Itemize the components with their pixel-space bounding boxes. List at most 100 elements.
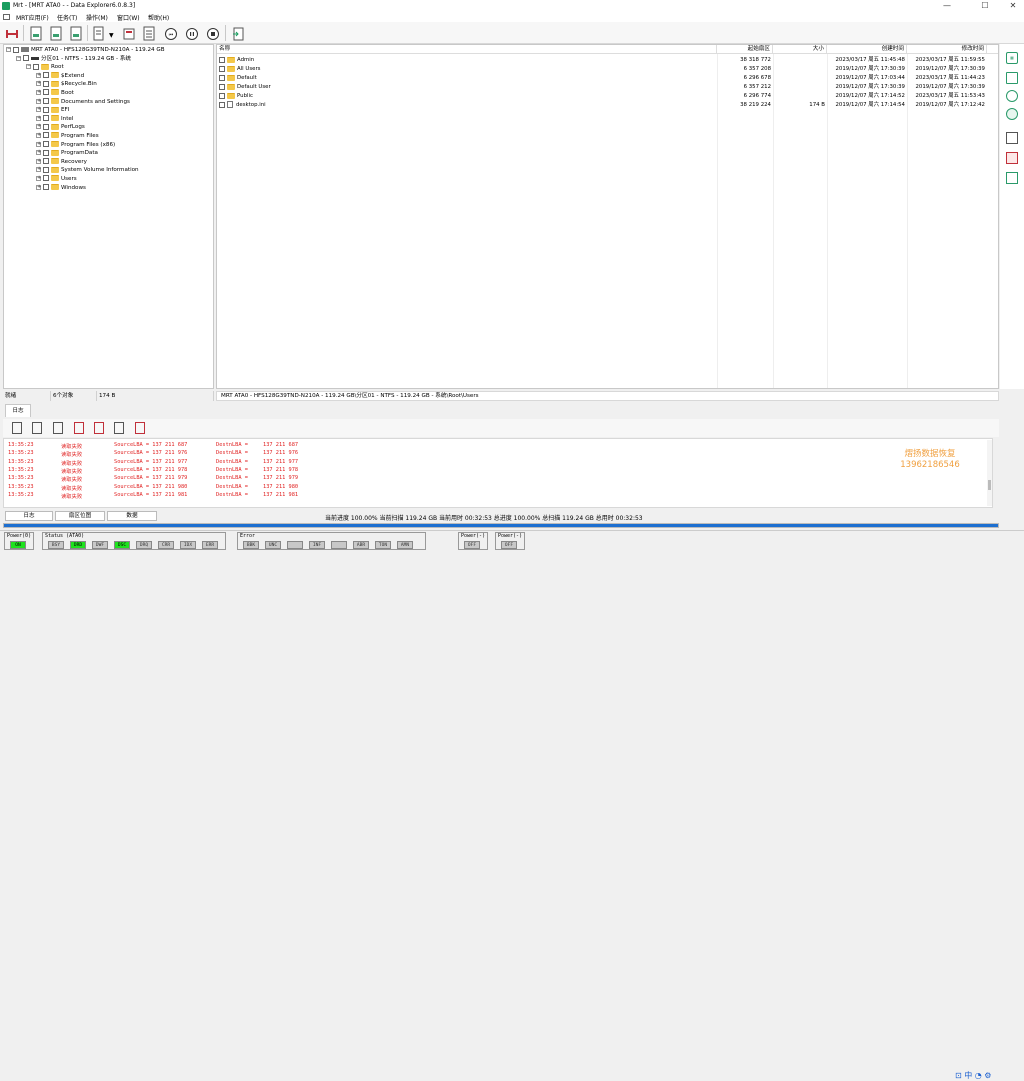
- tree-folder-item[interactable]: + $Extend: [4, 72, 213, 81]
- column-header-name[interactable]: 名称: [217, 45, 717, 54]
- tree-folder-item[interactable]: + Recovery: [4, 158, 213, 167]
- expand-icon[interactable]: +: [36, 141, 41, 147]
- export-icon[interactable]: [1006, 72, 1018, 84]
- document-icon[interactable]: [48, 25, 62, 41]
- tree-folder-item[interactable]: + $Recycle.Bin: [4, 80, 213, 89]
- document-check-icon[interactable]: [1006, 172, 1018, 184]
- expand-icon[interactable]: +: [36, 132, 41, 138]
- pause-icon[interactable]: [184, 25, 198, 41]
- tree-folder-item[interactable]: + Intel: [4, 115, 213, 124]
- tree-folder-item[interactable]: + Users: [4, 175, 213, 184]
- file-row[interactable]: Public 6 296 774 2019/12/07 周六 17:14:52 202…: [217, 92, 998, 101]
- exit-icon[interactable]: [230, 25, 244, 41]
- checkbox[interactable]: [43, 132, 49, 139]
- document-check-icon[interactable]: [114, 422, 124, 434]
- checkbox[interactable]: [43, 123, 49, 130]
- column-header-created[interactable]: 创建时间: [827, 45, 907, 54]
- checkbox[interactable]: [43, 72, 49, 79]
- checkbox[interactable]: [43, 80, 49, 87]
- document-clear-icon[interactable]: [135, 422, 145, 434]
- chevron-down-icon[interactable]: ▼: [109, 32, 114, 39]
- menu-help[interactable]: 帮助(H): [148, 13, 169, 22]
- collapse-icon[interactable]: −: [6, 47, 11, 52]
- tree-folder-item[interactable]: + System Volume Information: [4, 166, 213, 175]
- tree-folder-item[interactable]: + Program Files (x86): [4, 141, 213, 150]
- file-row[interactable]: Default User 6 357 212 2019/12/07 周六 17:30…: [217, 83, 998, 92]
- tree-root-node[interactable]: − Root: [4, 63, 213, 72]
- file-row[interactable]: All Users 6 357 208 2019/12/07 周六 17:30:39…: [217, 65, 998, 74]
- save-icon[interactable]: [12, 422, 22, 434]
- tab-data[interactable]: 数据: [107, 511, 157, 521]
- tree-disk-node[interactable]: − MRT ATA0 - HFS128G39TND-N210A - 119.24 …: [4, 46, 213, 55]
- log-scrollbar-thumb[interactable]: [988, 480, 991, 490]
- checkbox[interactable]: [43, 141, 49, 148]
- checkbox[interactable]: [43, 175, 49, 182]
- column-header-size[interactable]: 大小: [773, 45, 827, 54]
- tree-folder-item[interactable]: + EFI: [4, 106, 213, 115]
- document-icon[interactable]: [68, 25, 82, 41]
- collapse-icon[interactable]: −: [26, 64, 31, 70]
- checkbox[interactable]: [43, 106, 49, 113]
- expand-icon[interactable]: +: [36, 167, 41, 173]
- document-delete-icon[interactable]: [94, 422, 104, 434]
- checkbox[interactable]: [219, 74, 225, 81]
- column-header-modified[interactable]: 修改时间: [907, 45, 987, 54]
- checkbox[interactable]: [219, 65, 225, 72]
- refresh-icon[interactable]: [1006, 90, 1018, 102]
- stop-icon[interactable]: [205, 25, 219, 41]
- menu-window[interactable]: 窗口(W): [117, 13, 140, 22]
- file-row[interactable]: desktop.ini 38 219 224 174 B 2019/12/07 周六 …: [217, 101, 998, 110]
- tree-folder-item[interactable]: + ProgramData: [4, 149, 213, 158]
- tree-folder-item[interactable]: + PerfLogs: [4, 123, 213, 132]
- checkbox[interactable]: [219, 92, 225, 99]
- document-icon[interactable]: [32, 422, 42, 434]
- tab-log[interactable]: 日志: [5, 404, 31, 417]
- copy-icon[interactable]: [121, 25, 135, 41]
- checkbox[interactable]: [219, 101, 225, 108]
- tree-folder-item[interactable]: + Program Files: [4, 132, 213, 141]
- expand-icon[interactable]: +: [36, 107, 41, 113]
- collapse-icon[interactable]: −: [16, 55, 21, 61]
- fast-backward-icon[interactable]: ⏮: [163, 25, 177, 41]
- checkbox[interactable]: [219, 56, 225, 63]
- tab-log-bottom[interactable]: 日志: [5, 511, 53, 521]
- checkbox[interactable]: [43, 166, 49, 173]
- maximize-button[interactable]: ☐: [974, 0, 996, 12]
- menu-task[interactable]: 任务(T): [57, 13, 77, 22]
- tab-sector-bitmap[interactable]: 扇区位图: [55, 511, 105, 521]
- checkbox[interactable]: [43, 98, 49, 105]
- file-row[interactable]: Admin 38 318 772 2023/03/17 周五 11:45:48 202…: [217, 56, 998, 65]
- copy-icon[interactable]: [53, 422, 63, 434]
- document-delete-icon[interactable]: [1006, 152, 1018, 164]
- checkbox[interactable]: [43, 89, 49, 96]
- expand-icon[interactable]: +: [36, 184, 41, 190]
- list-icon[interactable]: [141, 25, 155, 41]
- tree-folder-item[interactable]: + Documents and Settings: [4, 98, 213, 107]
- checkbox[interactable]: [43, 149, 49, 156]
- document-search-icon[interactable]: [1006, 132, 1018, 144]
- expand-icon[interactable]: +: [36, 98, 41, 104]
- expand-icon[interactable]: +: [36, 81, 41, 87]
- file-row[interactable]: Default 6 296 678 2019/12/07 周六 17:03:44 20…: [217, 74, 998, 83]
- checkbox[interactable]: [43, 158, 49, 165]
- tree-partition-node[interactable]: − 分区01 - NTFS - 119.24 GB - 系统: [4, 55, 213, 64]
- checkbox[interactable]: [43, 184, 49, 190]
- checkbox[interactable]: [219, 83, 225, 90]
- checkbox[interactable]: [13, 46, 19, 53]
- expand-icon[interactable]: +: [36, 115, 41, 121]
- expand-icon[interactable]: +: [36, 72, 41, 78]
- disk-icon[interactable]: [4, 25, 18, 41]
- expand-icon[interactable]: +: [36, 89, 41, 95]
- minimize-button[interactable]: —: [936, 0, 958, 12]
- log-scrollbar[interactable]: [987, 440, 992, 506]
- column-header-start-sector[interactable]: 起始扇区: [717, 45, 773, 54]
- menu-operation[interactable]: 操作(M): [86, 13, 108, 22]
- expand-icon[interactable]: +: [36, 150, 41, 156]
- up-arrow-icon[interactable]: [1006, 108, 1018, 120]
- checkbox[interactable]: [43, 115, 49, 122]
- system-tray[interactable]: ⊡ 中 ◔ ⚙: [955, 1070, 991, 1081]
- checkbox[interactable]: [23, 55, 29, 62]
- tree-folder-item[interactable]: + Boot: [4, 89, 213, 98]
- sector-icon[interactable]: ▦: [1006, 52, 1018, 64]
- checkbox[interactable]: [33, 63, 39, 70]
